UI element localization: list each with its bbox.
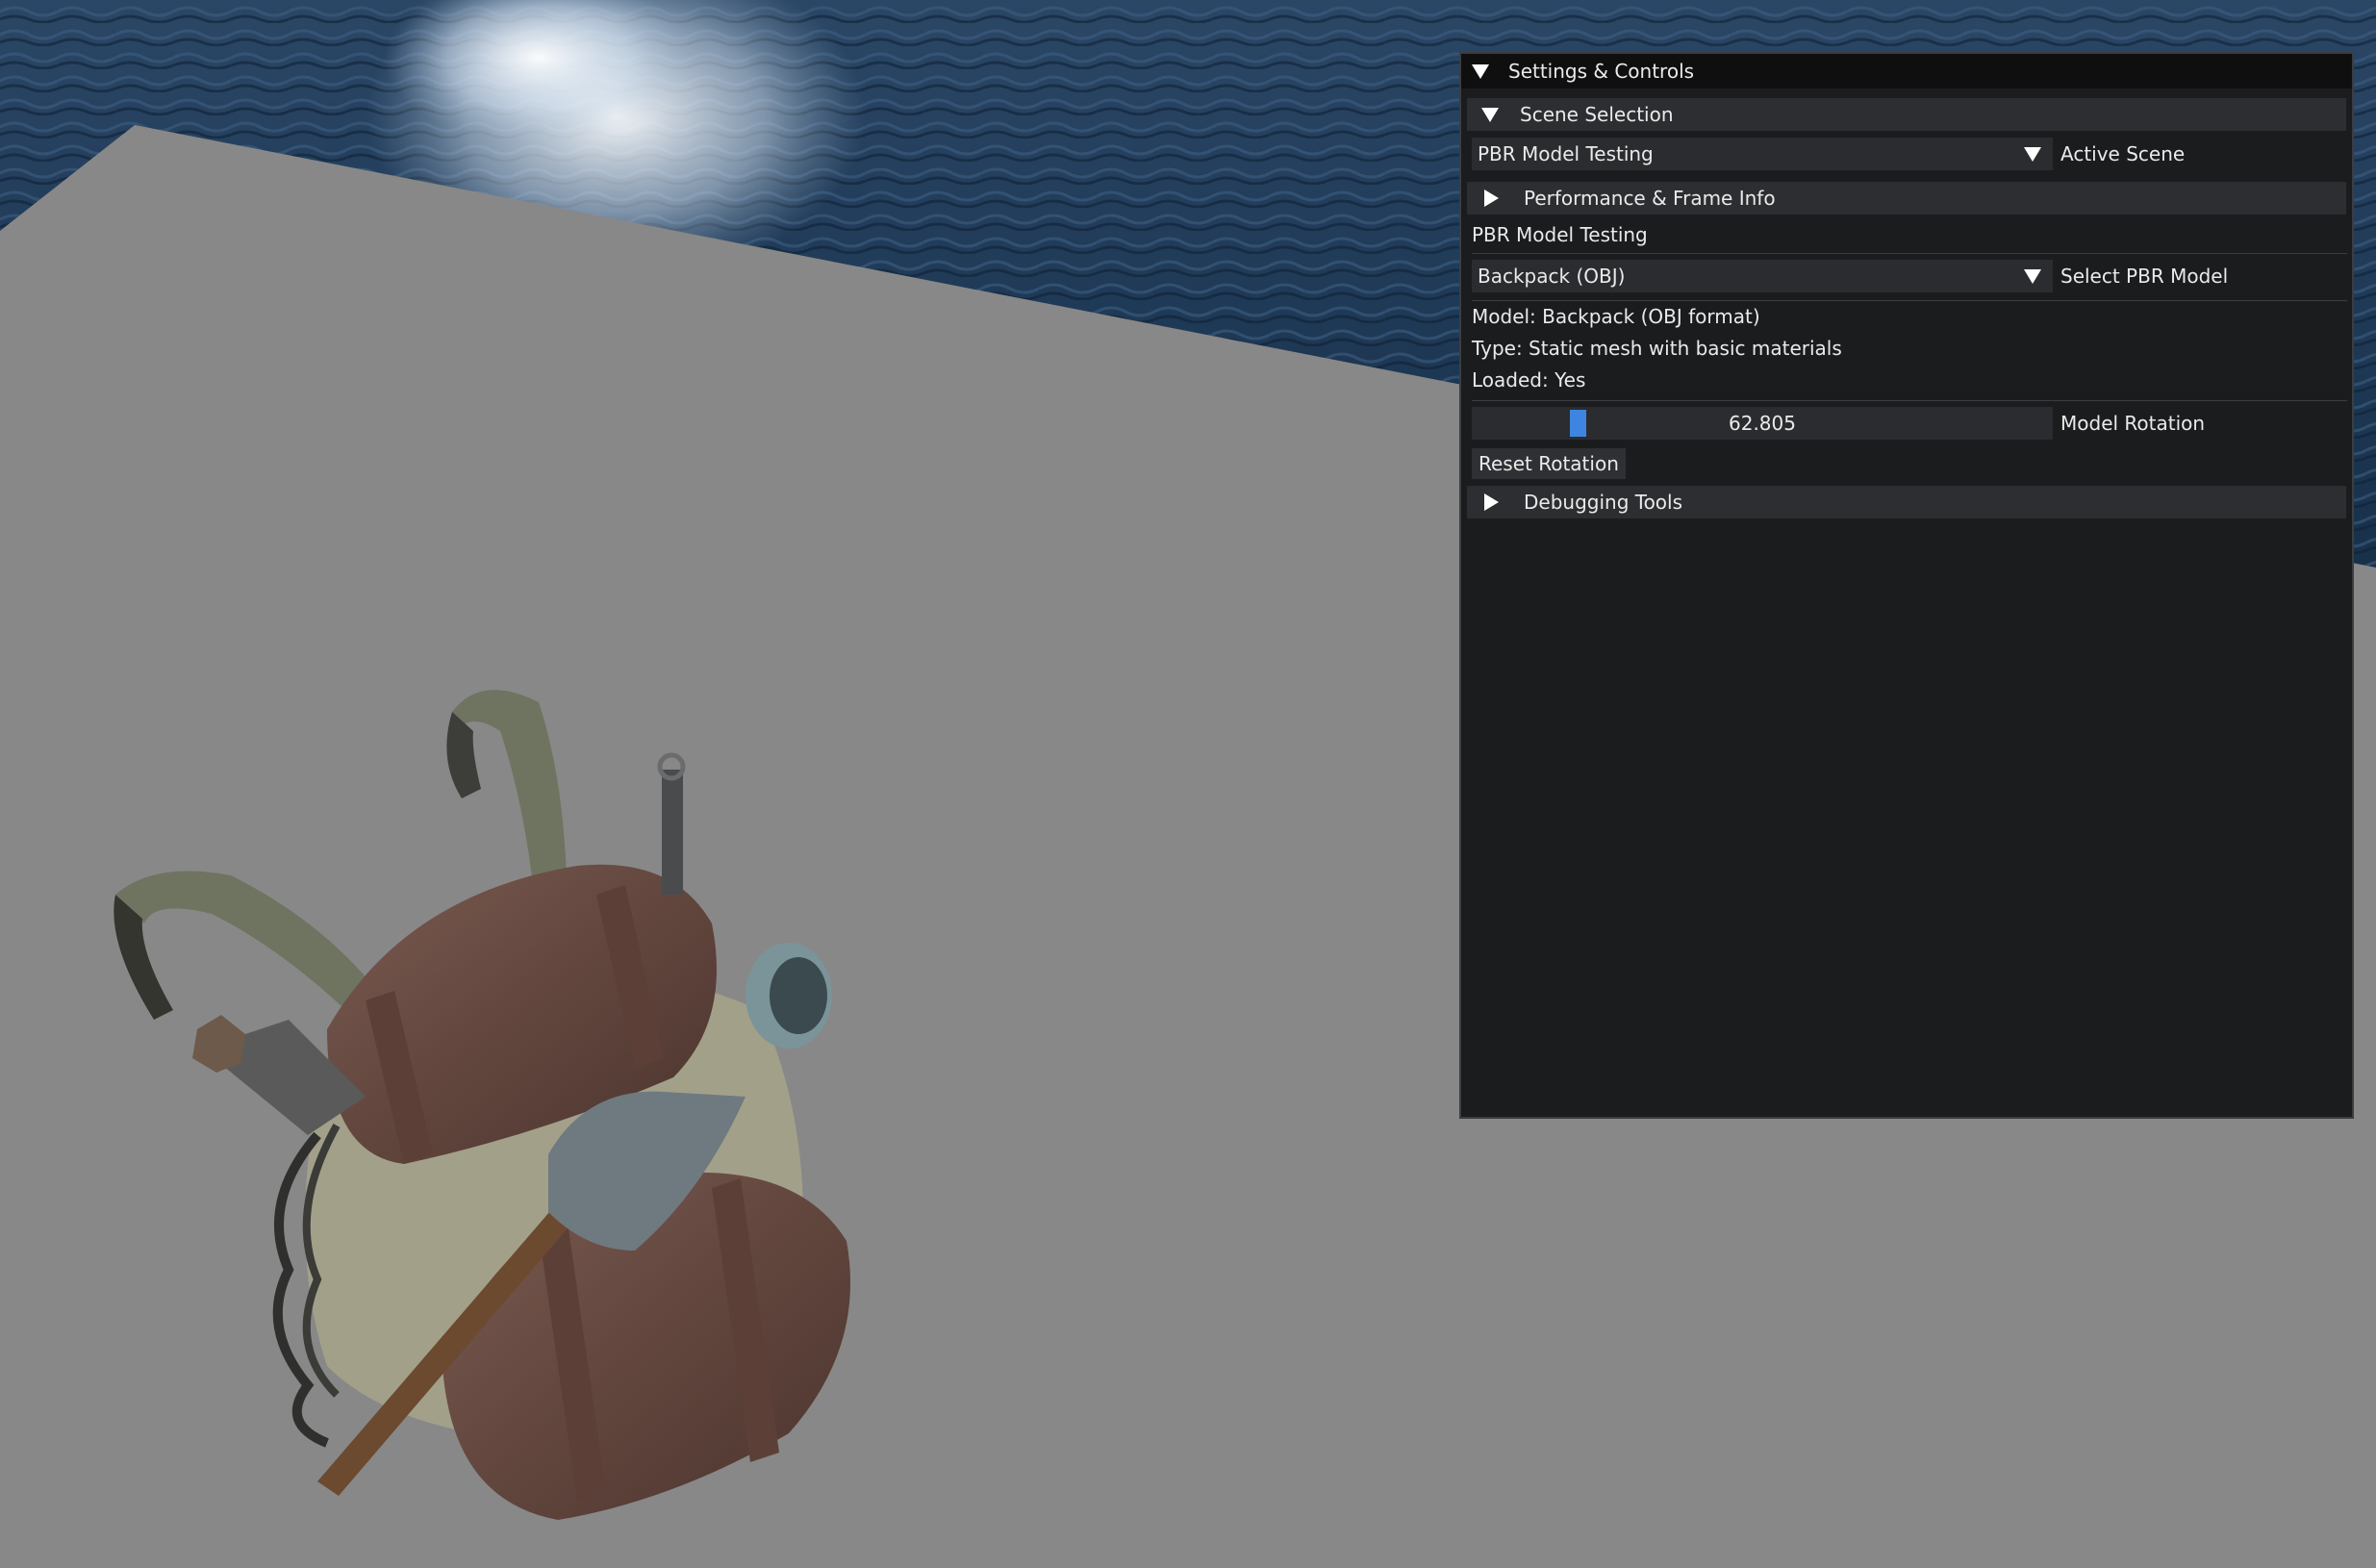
loaded-info-line: Loaded: Yes — [1472, 368, 1586, 392]
window-title-bar[interactable]: Settings & Controls — [1461, 54, 2352, 89]
active-scene-combo[interactable]: PBR Model Testing — [1472, 138, 2053, 170]
model-rotation-slider[interactable]: 62.805 — [1472, 407, 2053, 440]
rotation-value: 62.805 — [1729, 412, 1796, 435]
window-title: Settings & Controls — [1508, 60, 1695, 83]
separator — [1472, 300, 2347, 301]
pbr-model-value: Backpack (OBJ) — [1478, 265, 1626, 288]
active-scene-value: PBR Model Testing — [1478, 142, 1654, 165]
active-scene-label: Active Scene — [2060, 142, 2186, 165]
scene-selection-header[interactable]: Scene Selection — [1467, 98, 2346, 131]
performance-header[interactable]: Performance & Frame Info — [1467, 182, 2346, 215]
scene-selection-label: Scene Selection — [1520, 103, 1674, 126]
separator — [1472, 400, 2347, 401]
settings-window[interactable]: Settings & Controls Scene Selection PBR … — [1459, 52, 2354, 1119]
performance-label: Performance & Frame Info — [1524, 187, 1776, 210]
pbr-section-title: PBR Model Testing — [1472, 223, 1648, 246]
select-pbr-model-label: Select PBR Model — [2060, 265, 2229, 288]
model-rotation-label: Model Rotation — [2060, 412, 2206, 435]
model-info-line: Model: Backpack (OBJ format) — [1472, 305, 1760, 328]
reset-rotation-button[interactable]: Reset Rotation — [1472, 448, 1626, 479]
dropdown-arrow-icon[interactable] — [2024, 268, 2041, 284]
expanded-arrow-icon — [1481, 107, 1499, 122]
type-info-line: Type: Static mesh with basic materials — [1472, 337, 1842, 360]
separator — [1472, 253, 2347, 254]
collapse-arrow-icon[interactable] — [1472, 63, 1489, 79]
collapsed-arrow-icon — [1484, 190, 1499, 207]
debugging-tools-header[interactable]: Debugging Tools — [1467, 486, 2346, 518]
3d-viewport[interactable]: Settings & Controls Scene Selection PBR … — [0, 0, 2376, 1568]
collapsed-arrow-icon — [1484, 493, 1499, 511]
dropdown-arrow-icon[interactable] — [2024, 146, 2041, 162]
pbr-model-combo[interactable]: Backpack (OBJ) — [1472, 260, 2053, 292]
debugging-tools-label: Debugging Tools — [1524, 491, 1683, 514]
